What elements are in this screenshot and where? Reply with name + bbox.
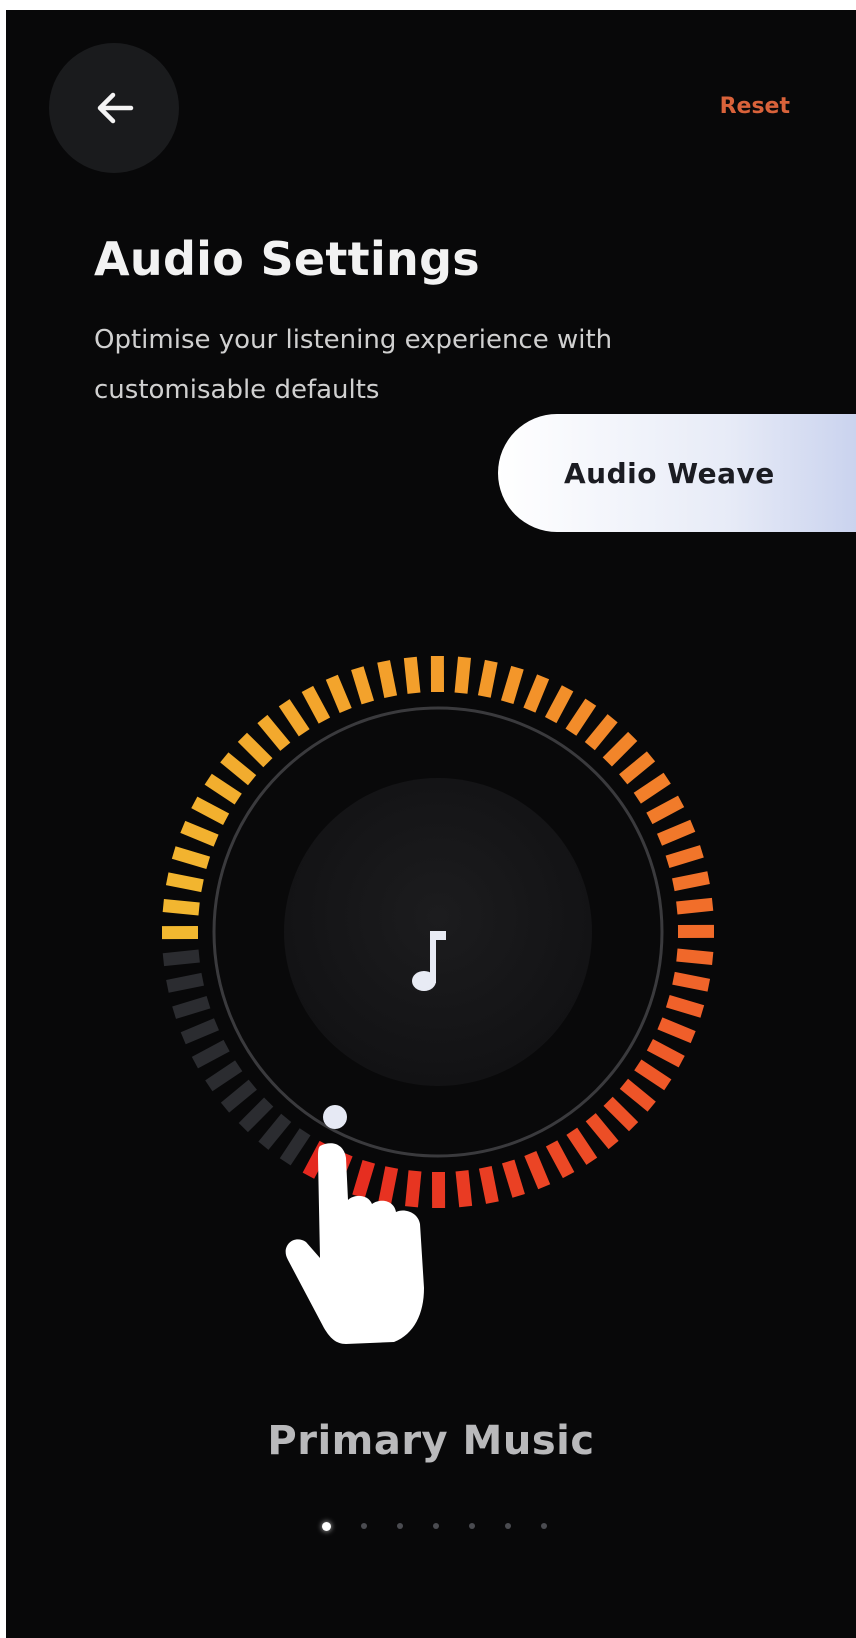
dial-tick-active xyxy=(657,1017,696,1044)
dial-tick-active xyxy=(301,685,331,724)
page-title: Audio Settings xyxy=(94,232,480,286)
dial-tick-active xyxy=(180,820,219,847)
dial-tick-active xyxy=(377,660,398,698)
dial-tick-active xyxy=(455,1170,473,1208)
dial-tick-active xyxy=(544,685,574,724)
dial-tick-inactive xyxy=(220,1079,257,1113)
dial-tick-active xyxy=(619,751,656,785)
dial-tick-active xyxy=(523,674,550,713)
dial-tick-inactive xyxy=(238,1097,274,1133)
pointer-hand-icon xyxy=(285,1143,424,1344)
dial-tick-active xyxy=(162,899,200,916)
dial-tick-active xyxy=(165,872,204,893)
dial-tick-active xyxy=(565,698,597,736)
dial-tick-active xyxy=(191,796,230,826)
dial-tick-active xyxy=(220,752,257,786)
dial-tick-active xyxy=(585,1113,619,1150)
dial-tick-active xyxy=(454,656,471,694)
page-subtitle: Optimise your listening experience with … xyxy=(94,325,613,405)
pagination-dots xyxy=(322,1516,577,1536)
dial-thumb-handle[interactable] xyxy=(320,1102,350,1132)
preset-label: Primary Music xyxy=(267,1418,595,1464)
dial-tick-active xyxy=(500,665,524,705)
dial-tick-active xyxy=(646,1038,685,1068)
dial-tick-active xyxy=(633,772,671,804)
dial-tick-active xyxy=(665,994,705,1018)
dial-tick-active xyxy=(672,871,710,892)
dial-tick-inactive xyxy=(180,1018,220,1045)
dial-tick-active xyxy=(257,714,291,751)
dial-tick-active xyxy=(584,714,618,751)
dial-tick-active xyxy=(278,699,310,737)
dial-tick-active xyxy=(524,1150,551,1190)
dial-tick-inactive xyxy=(166,972,204,993)
dial-tick-active xyxy=(478,1166,499,1204)
pagination-dot[interactable] xyxy=(541,1523,547,1529)
audio-settings-screen: Reset Audio Settings Optimise your liste… xyxy=(6,10,856,1638)
pagination-dot[interactable] xyxy=(469,1523,475,1529)
dial-tick-active xyxy=(204,773,242,805)
dial-tick-active xyxy=(351,666,375,705)
dial-tick-active xyxy=(665,845,704,869)
dial-tick-inactive xyxy=(172,995,211,1019)
dial-tick-active xyxy=(619,1078,656,1112)
dial-tick-active xyxy=(566,1127,598,1165)
pagination-dot[interactable] xyxy=(505,1523,511,1529)
dial-tick-active xyxy=(501,1159,525,1198)
dial-tick-active xyxy=(403,656,421,694)
pagination-dot[interactable] xyxy=(322,1521,331,1531)
music-note-icon xyxy=(412,931,446,991)
dial-tick-active xyxy=(656,819,696,846)
dial-tick-active xyxy=(672,971,711,992)
dial-tick-active xyxy=(603,1096,639,1132)
dial-tick-active xyxy=(646,795,685,825)
dial-tick-active xyxy=(171,846,211,870)
dial-tick-active xyxy=(676,948,714,965)
audio-weave-button[interactable]: Audio Weave xyxy=(498,414,856,532)
reset-button[interactable]: Reset xyxy=(720,94,790,119)
dial-tick-inactive xyxy=(205,1060,243,1092)
pagination-dot[interactable] xyxy=(433,1523,439,1529)
audio-weave-label: Audio Weave xyxy=(564,456,775,490)
pagination-dot[interactable] xyxy=(361,1523,367,1529)
arrow-left-icon xyxy=(97,92,134,124)
dial-tick-active xyxy=(676,897,714,915)
dial-tick-active xyxy=(325,674,352,714)
dial-tick-inactive xyxy=(191,1039,230,1069)
dial-tick-active xyxy=(477,659,498,698)
dial-tick-active xyxy=(237,732,273,768)
pagination-dot[interactable] xyxy=(397,1523,403,1529)
dial-tick-active xyxy=(634,1059,672,1091)
dial-tick-inactive xyxy=(162,949,200,967)
dial-tick-active xyxy=(545,1140,575,1179)
dial-tick-active xyxy=(602,731,638,767)
back-button[interactable] xyxy=(49,43,179,173)
